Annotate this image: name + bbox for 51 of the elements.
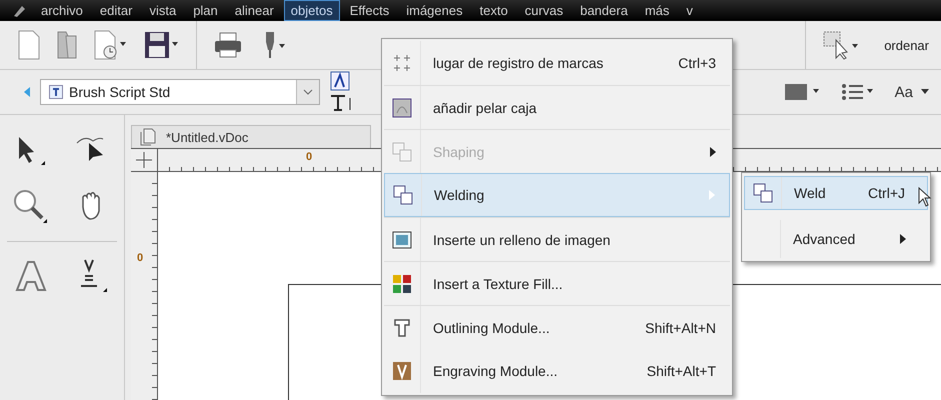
- menu-item[interactable]: Weld Ctrl+J: [744, 176, 928, 210]
- framed-picture-icon: [392, 98, 412, 118]
- menu-item[interactable]: Engraving Module... Shift+Alt+T: [384, 349, 730, 393]
- color-grid-icon: [392, 274, 412, 294]
- menu-item[interactable]: archivo: [34, 0, 90, 21]
- folder-icon[interactable]: [56, 30, 78, 60]
- menu-item[interactable]: curvas: [518, 0, 570, 21]
- menu-item[interactable]: objetos: [284, 0, 340, 21]
- chevron-down-icon: [303, 89, 313, 95]
- menu-item[interactable]: Effects: [342, 0, 396, 21]
- printer-icon[interactable]: [213, 30, 243, 60]
- font-dropdown[interactable]: Brush Script Std: [40, 79, 320, 105]
- caret-icon[interactable]: [921, 89, 929, 95]
- new-document-icon[interactable]: [18, 30, 40, 60]
- mouse-cursor-icon: [918, 187, 932, 207]
- engraved-v-icon: [392, 361, 412, 381]
- menu-item[interactable]: Inserte un relleno de imagen: [384, 217, 730, 261]
- submenu-arrow-icon: [710, 146, 716, 156]
- ruler-label: 0: [306, 151, 312, 163]
- letter-t-icon: [393, 318, 411, 338]
- text-case-button[interactable]: Aa: [894, 84, 913, 100]
- menu-item[interactable]: Welding: [384, 173, 730, 217]
- app-logo-icon: [12, 4, 26, 18]
- overlapping-squares-icon: [393, 185, 413, 205]
- document-icon: [140, 128, 156, 146]
- menu-item[interactable]: lugar de registro de marcas Ctrl+3: [384, 41, 730, 85]
- submenu-arrow-icon: [900, 234, 906, 244]
- menu-item[interactable]: editar: [92, 0, 140, 21]
- menu-item[interactable]: imágenes: [399, 0, 470, 21]
- menu-item[interactable]: añadir pelar caja: [384, 85, 730, 129]
- menu-item[interactable]: Outlining Module... Shift+Alt+N: [384, 305, 730, 349]
- menu-item[interactable]: vista: [142, 0, 184, 21]
- ruler-label: 0: [137, 252, 144, 264]
- overlapping-squares-icon: [753, 183, 773, 203]
- menu-item[interactable]: Advanced: [744, 220, 928, 258]
- menu-item[interactable]: más: [638, 0, 676, 21]
- menu-item[interactable]: bandera: [573, 0, 635, 21]
- menu-item[interactable]: alinear: [228, 0, 281, 21]
- submenu-arrow-icon: [709, 190, 715, 200]
- arrange-button[interactable]: ordenar: [884, 38, 929, 52]
- menu-item[interactable]: Insert a Texture Fill...: [384, 261, 730, 305]
- document-clock-icon[interactable]: [94, 30, 128, 60]
- save-icon[interactable]: [144, 30, 180, 60]
- menu-item[interactable]: plan: [186, 0, 225, 21]
- crosshair-marks-icon: [393, 54, 411, 72]
- menu-item[interactable]: v: [679, 0, 700, 21]
- font-icon: [49, 85, 63, 99]
- document-tab[interactable]: *Untitled.vDoc: [131, 125, 371, 148]
- overlapping-squares-icon: [392, 142, 412, 162]
- menu-item[interactable]: texto: [472, 0, 515, 21]
- picture-frame-icon: [391, 230, 413, 250]
